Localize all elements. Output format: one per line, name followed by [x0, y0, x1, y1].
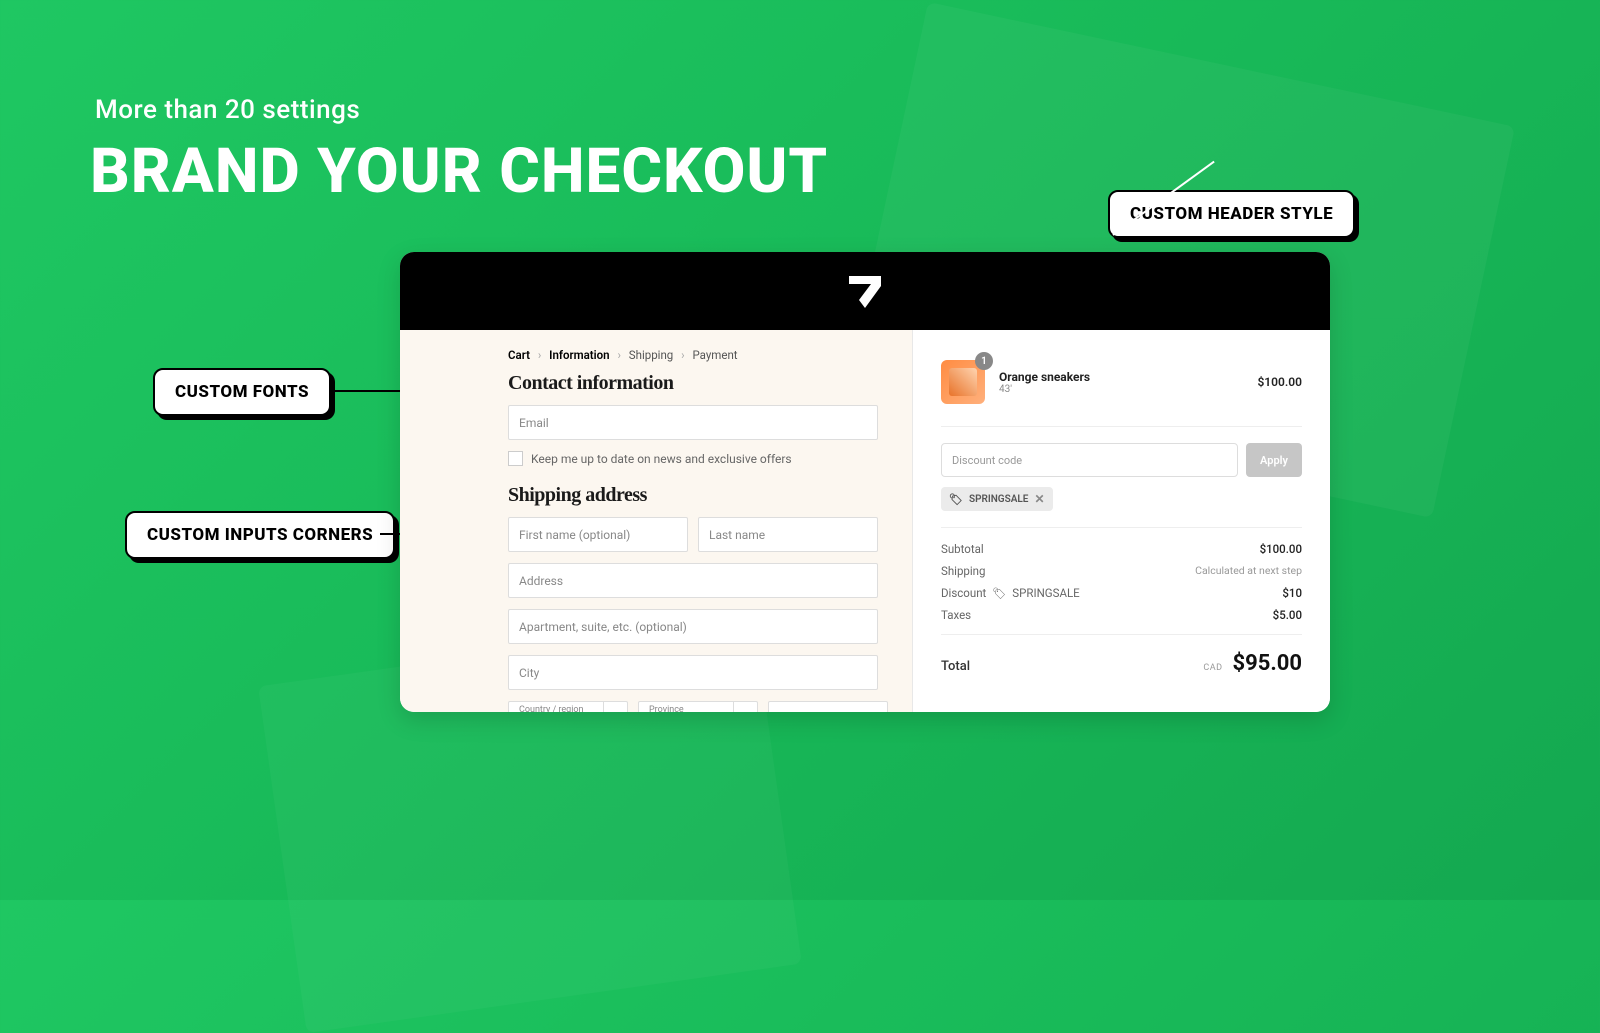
callout-custom-header: CUSTOM HEADER STYLE — [1108, 190, 1355, 238]
chevron-down-icon: ▾ — [733, 702, 757, 712]
discount-code-input[interactable]: Discount code — [941, 443, 1238, 477]
province-select[interactable]: Province Alberta ▾ — [638, 701, 758, 712]
postal-code-field[interactable]: Postal code — [768, 701, 888, 712]
subtotal-label: Subtotal — [941, 542, 984, 556]
chevron-right-icon: › — [538, 348, 541, 362]
brand-logo-icon — [845, 270, 885, 312]
newsletter-checkbox[interactable] — [508, 451, 523, 466]
checkout-form-pane: Cart › Information › Shipping › Payment … — [400, 330, 912, 712]
product-name: Orange sneakers — [999, 370, 1090, 384]
taxes-value: $5.00 — [1273, 608, 1302, 622]
total-amount: $95.00 — [1233, 651, 1303, 676]
remove-discount-icon[interactable]: ✕ — [1034, 492, 1044, 506]
quantity-badge: 1 — [975, 352, 993, 370]
taxes-label: Taxes — [941, 608, 971, 622]
product-variant: 43' — [999, 384, 1090, 395]
shipping-label: Shipping — [941, 564, 985, 578]
country-select[interactable]: Country / region Canada ▾ — [508, 701, 628, 712]
apply-button[interactable]: Apply — [1246, 443, 1302, 477]
email-field[interactable]: Email — [508, 405, 878, 440]
subtotal-value: $100.00 — [1260, 542, 1302, 556]
chevron-down-icon: ▾ — [603, 702, 627, 712]
province-label: Province — [649, 706, 684, 712]
discount-label: Discount — [941, 586, 986, 600]
apartment-field[interactable]: Apartment, suite, etc. (optional) — [508, 609, 878, 644]
discount-tag: 🏷 SPRINGSALE ✕ — [941, 487, 1053, 511]
total-label: Total — [941, 659, 970, 674]
hero-subtitle: More than 20 settings — [95, 95, 360, 125]
tag-icon: 🏷 — [949, 493, 963, 506]
discount-value: $10 — [1282, 586, 1302, 600]
chevron-right-icon: › — [617, 348, 620, 362]
cart-line-item: 1 Orange sneakers 43' $100.00 — [941, 360, 1302, 404]
shipping-heading: Shipping address — [508, 484, 912, 507]
total-currency: CAD — [1203, 663, 1222, 673]
breadcrumb: Cart › Information › Shipping › Payment — [508, 348, 912, 362]
contact-heading: Contact information — [508, 372, 912, 395]
callout-custom-inputs: CUSTOM INPUTS CORNERS — [125, 511, 395, 559]
breadcrumb-information[interactable]: Information — [549, 348, 609, 362]
chevron-right-icon: › — [681, 348, 684, 362]
product-thumbnail: 1 — [941, 360, 985, 404]
discount-code-summary: SPRINGSALE — [1012, 586, 1079, 600]
country-label: Country / region — [519, 706, 584, 712]
order-summary-pane: 1 Orange sneakers 43' $100.00 Discount c… — [912, 330, 1330, 712]
checkout-preview: Cart › Information › Shipping › Payment … — [400, 252, 1330, 712]
breadcrumb-cart[interactable]: Cart — [508, 348, 530, 362]
discount-tag-code: SPRINGSALE — [969, 494, 1028, 505]
breadcrumb-payment: Payment — [692, 348, 737, 362]
hero-title: BRAND YOUR CHECKOUT — [90, 135, 828, 208]
callout-custom-fonts: CUSTOM FONTS — [153, 368, 331, 416]
breadcrumb-shipping: Shipping — [629, 348, 673, 362]
checkout-header-bar — [400, 252, 1330, 330]
newsletter-label: Keep me up to date on news and exclusive… — [531, 452, 792, 466]
shipping-value: Calculated at next step — [1195, 564, 1302, 578]
price-summary: Subtotal $100.00 Shipping Calculated at … — [941, 527, 1302, 676]
address-field[interactable]: Address — [508, 563, 878, 598]
city-field[interactable]: City — [508, 655, 878, 690]
last-name-field[interactable]: Last name — [698, 517, 878, 552]
first-name-field[interactable]: First name (optional) — [508, 517, 688, 552]
line-price: $100.00 — [1257, 375, 1302, 389]
tag-icon: 🏷 — [992, 587, 1006, 600]
